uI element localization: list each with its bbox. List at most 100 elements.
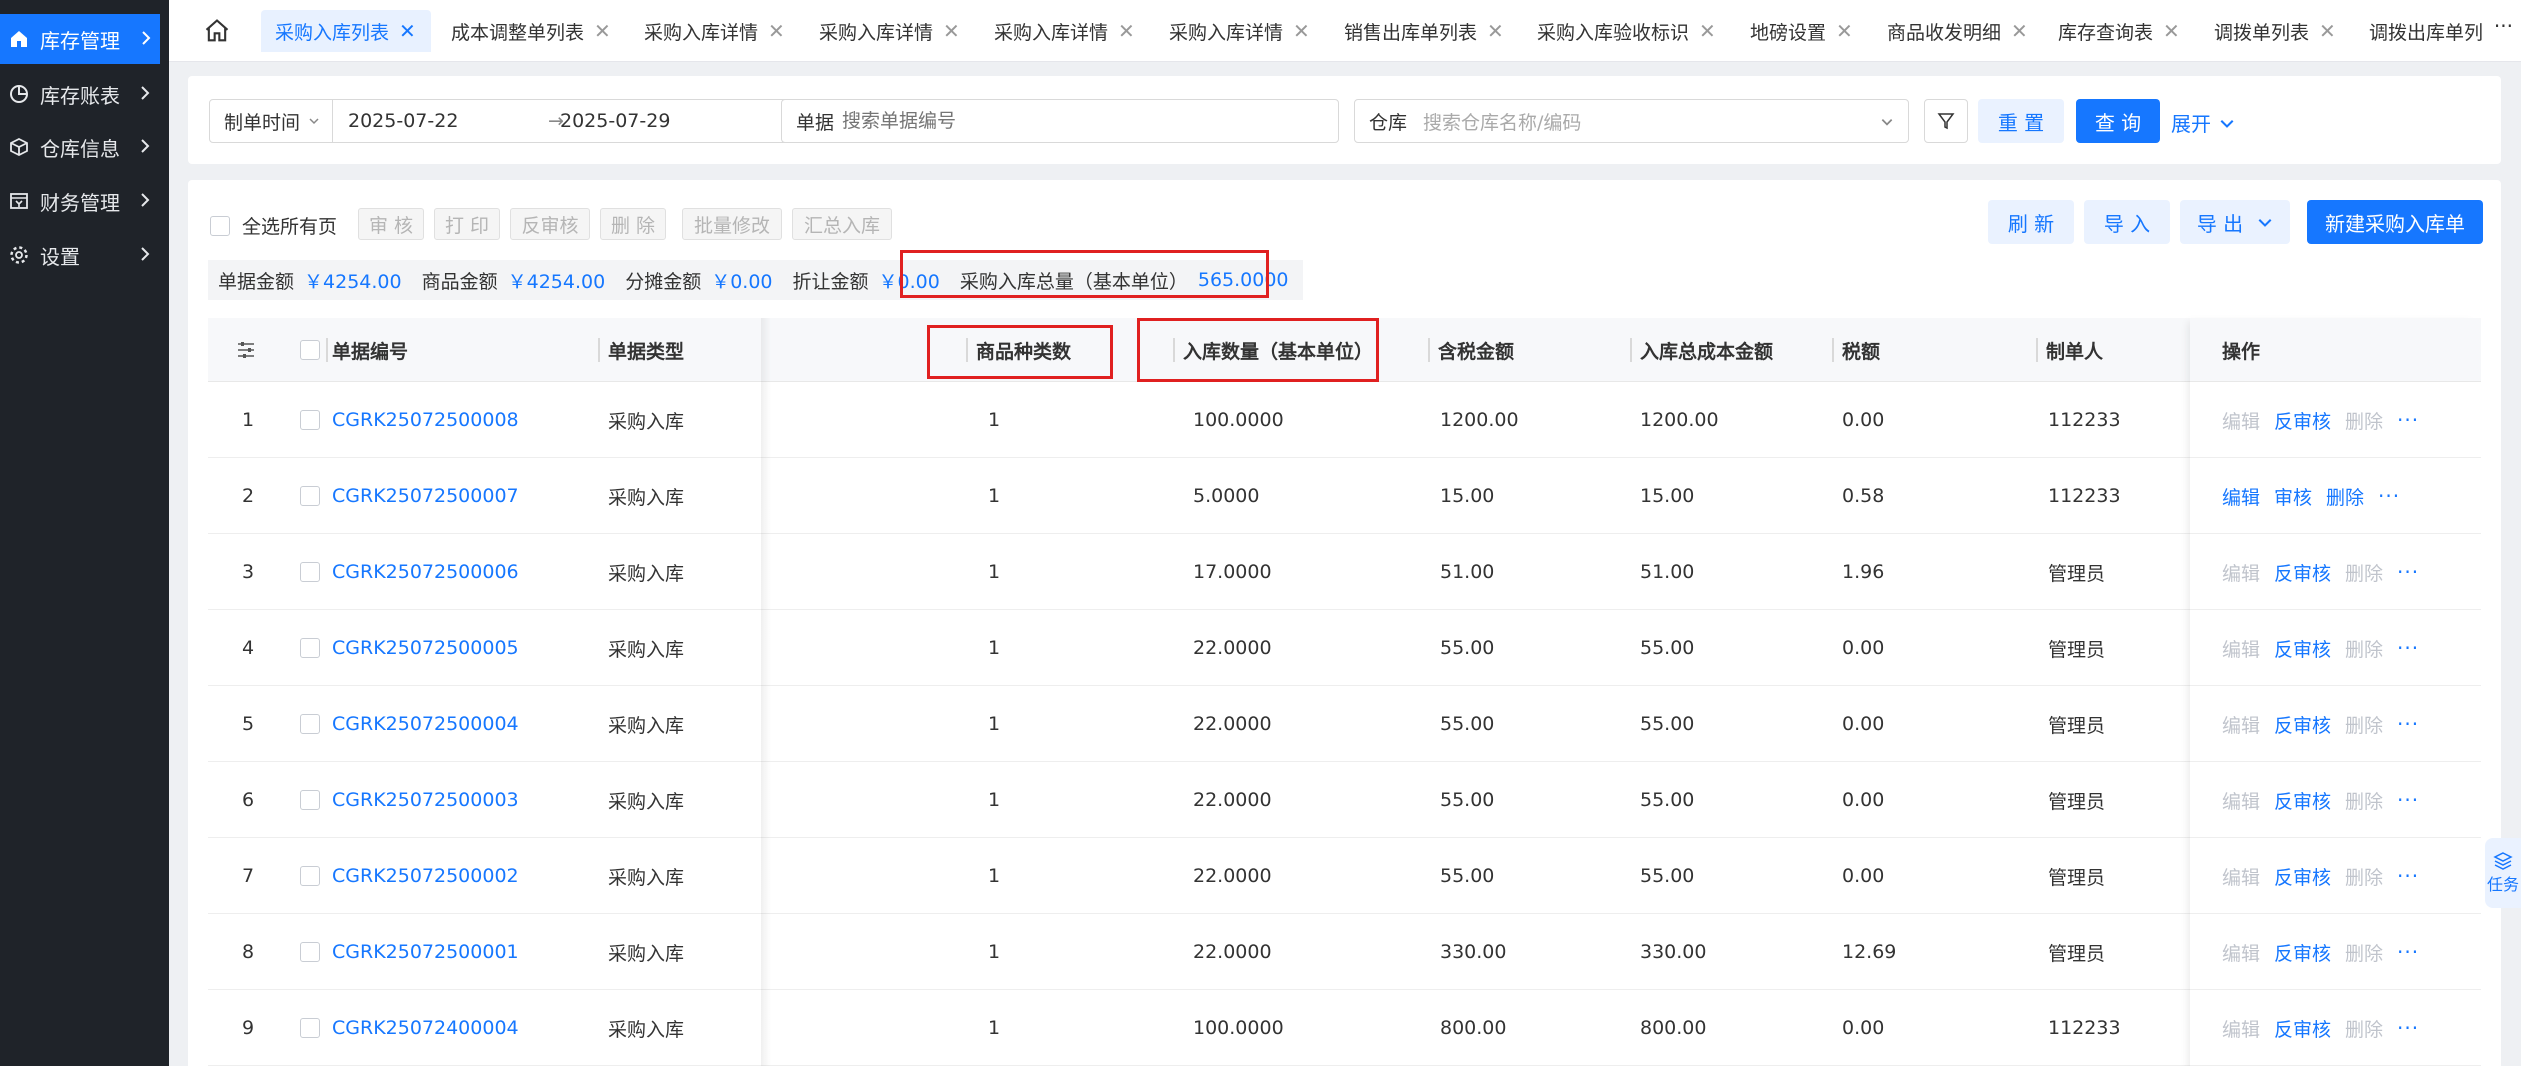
row-checkbox[interactable]	[300, 866, 320, 886]
row-checkbox[interactable]	[300, 486, 320, 506]
select-all-checkbox[interactable]	[210, 215, 230, 236]
close-icon[interactable]: ✕	[1293, 19, 1310, 43]
row-checkbox[interactable]	[300, 790, 320, 810]
chevron-down-icon	[309, 118, 319, 125]
select-all-pages[interactable]: 全选所有页	[210, 212, 337, 239]
tab-purchase-in-detail-2[interactable]: 采购入库详情 ✕	[819, 10, 960, 52]
col-tax-amount[interactable]: 含税金额	[1438, 318, 1514, 382]
chevron-right-icon	[141, 139, 150, 153]
tab-goods-io-detail[interactable]: 商品收发明细 ✕	[1887, 10, 2028, 52]
col-maker[interactable]: 制单人	[2046, 318, 2103, 382]
tab-cost-adjust-list[interactable]: 成本调整单列表 ✕	[451, 10, 611, 52]
doc-no-link[interactable]: CGRK25072500004	[332, 686, 519, 762]
row-index: 1	[241, 409, 255, 431]
doc-no-link[interactable]: CGRK25072400004	[332, 990, 519, 1066]
doc-no-link[interactable]: CGRK25072500006	[332, 534, 519, 610]
new-purchase-in-button[interactable]: 新建采购入库单	[2307, 200, 2483, 244]
ops-column-shadow	[2190, 318, 2481, 1066]
tab-sales-out-list[interactable]: 销售出库单列表 ✕	[1344, 10, 1504, 52]
table-row: 2 CGRK25072500007 采购入库 1 5.0000 15.00 15.00 0.5…	[208, 458, 2481, 534]
unaudit-button[interactable]: 反审核	[510, 208, 590, 240]
batch-edit-button[interactable]: 批量修改	[682, 208, 782, 240]
header-checkbox[interactable]	[300, 340, 320, 360]
doc-no-link[interactable]: CGRK25072500007	[332, 458, 519, 534]
tab-purchase-in-check-mark[interactable]: 采购入库验收标识 ✕	[1537, 10, 1716, 52]
row-checkbox[interactable]	[300, 1018, 320, 1038]
tab-purchase-in-detail-3[interactable]: 采购入库详情 ✕	[994, 10, 1135, 52]
doc-no-link[interactable]: CGRK25072500008	[332, 382, 519, 458]
close-icon[interactable]: ✕	[768, 19, 785, 43]
sidebar-item-label: 库存账表	[40, 83, 120, 108]
doc-no-link[interactable]: CGRK25072500005	[332, 610, 519, 686]
tax-cell: 0.00	[1842, 637, 1885, 659]
tab-transfer-list[interactable]: 调拨单列表 ✕	[2214, 10, 2336, 52]
sidebar-item-warehouse-info[interactable]: 仓库信息	[0, 122, 169, 172]
tab-stock-query[interactable]: 库存查询表 ✕	[2058, 10, 2180, 52]
col-doc-no[interactable]: 单据编号	[332, 318, 408, 382]
table-row: 1 CGRK25072500008 采购入库 1 100.0000 1200.00 1200…	[208, 382, 2481, 458]
close-icon[interactable]: ✕	[1118, 19, 1135, 43]
warehouse-select[interactable]: 仓库 搜索仓库名称/编码	[1354, 99, 1909, 143]
sidebar-item-settings[interactable]: 设置	[0, 230, 169, 280]
col-tax[interactable]: 税额	[1842, 318, 1880, 382]
col-doc-type[interactable]: 单据类型	[608, 318, 684, 382]
kinds-cell: 1	[988, 485, 1001, 507]
row-checkbox[interactable]	[300, 714, 320, 734]
close-icon[interactable]: ✕	[943, 19, 960, 43]
tab-purchase-in-detail-1[interactable]: 采购入库详情 ✕	[644, 10, 785, 52]
col-cost[interactable]: 入库总成本金额	[1640, 318, 1773, 382]
sidebar-item-finance[interactable]: 财务管理	[0, 176, 169, 226]
close-icon[interactable]: ✕	[1699, 19, 1716, 43]
close-icon[interactable]: ✕	[399, 19, 416, 43]
row-checkbox[interactable]	[300, 410, 320, 430]
delete-button[interactable]: 删 除	[600, 208, 666, 240]
print-button[interactable]: 打 印	[434, 208, 500, 240]
summary-in-button[interactable]: 汇总入库	[792, 208, 892, 240]
close-icon[interactable]: ✕	[594, 19, 611, 43]
doc-no-link[interactable]: CGRK25072500001	[332, 914, 519, 990]
close-icon[interactable]: ✕	[1836, 19, 1853, 43]
row-checkbox[interactable]	[300, 562, 320, 582]
home-icon[interactable]	[203, 17, 231, 45]
date-end-input[interactable]: 2025-07-29	[560, 110, 670, 132]
expand-toggle[interactable]: 展开	[2171, 108, 2235, 137]
doc-type-cell: 采购入库	[608, 942, 685, 965]
maker-cell: 管理员	[2048, 714, 2106, 737]
summary-doc-amount: 单据金额 ￥4254.00	[218, 270, 402, 293]
doc-no-link[interactable]: CGRK25072500002	[332, 838, 519, 914]
tax-cell: 12.69	[1842, 941, 1897, 963]
column-settings-icon[interactable]	[236, 340, 256, 360]
close-icon[interactable]: ✕	[1487, 19, 1504, 43]
row-checkbox[interactable]	[300, 942, 320, 962]
export-button[interactable]: 导 出	[2180, 200, 2290, 244]
tab-purchase-in-list[interactable]: 采购入库列表 ✕	[261, 10, 431, 52]
float-task-button[interactable]: 任务	[2485, 838, 2521, 908]
sidebar-item-label: 财务管理	[40, 190, 120, 215]
date-start-input[interactable]: 2025-07-22	[348, 110, 458, 132]
filter-panel: 制单时间 2025-07-22 → 2025-07-29 单据 仓库 搜索仓库名…	[188, 76, 2501, 164]
row-checkbox[interactable]	[300, 638, 320, 658]
close-icon[interactable]: ✕	[2011, 19, 2028, 43]
tab-transfer-out-list[interactable]: 调拨出库单列	[2369, 10, 2483, 52]
tax-cell: 0.00	[1842, 789, 1885, 811]
close-icon[interactable]: ✕	[2319, 19, 2336, 43]
doc-search-field[interactable]: 单据	[781, 99, 1339, 143]
date-type-select[interactable]: 制单时间	[210, 100, 333, 142]
reset-button[interactable]: 重 置	[1978, 99, 2064, 143]
table-row: 5 CGRK25072500004 采购入库 1 22.0000 55.00 55.00 0.…	[208, 686, 2481, 762]
close-icon[interactable]: ✕	[2163, 19, 2180, 43]
sidebar-item-stock-ledger[interactable]: 库存账表	[0, 69, 169, 119]
tax-cell: 1.96	[1842, 561, 1885, 583]
sidebar-item-inventory[interactable]: 库存管理	[0, 14, 160, 64]
import-button[interactable]: 导 入	[2084, 200, 2170, 244]
filter-button[interactable]	[1924, 99, 1968, 143]
tax-amount-cell: 55.00	[1440, 713, 1495, 735]
tab-purchase-in-detail-4[interactable]: 采购入库详情 ✕	[1169, 10, 1310, 52]
query-button[interactable]: 查 询	[2076, 99, 2160, 143]
doc-no-link[interactable]: CGRK25072500003	[332, 762, 519, 838]
audit-button[interactable]: 审 核	[358, 208, 424, 240]
tab-more-button[interactable]: ···	[2494, 14, 2513, 38]
tab-scale-settings[interactable]: 地磅设置 ✕	[1750, 10, 1853, 52]
refresh-button[interactable]: 刷 新	[1988, 200, 2074, 244]
doc-search-input[interactable]	[842, 110, 1338, 132]
